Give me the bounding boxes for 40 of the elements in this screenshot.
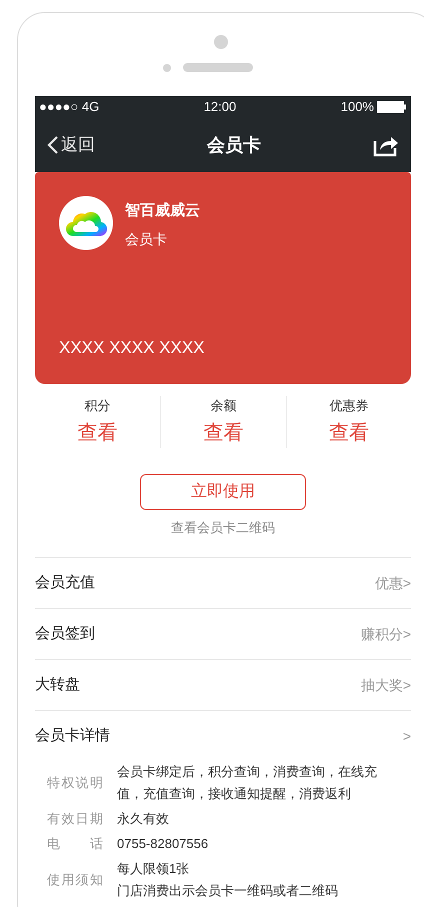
chevron-left-icon <box>47 135 59 155</box>
menu-hint: > <box>402 726 411 746</box>
detail-label: 电话 <box>47 835 103 854</box>
menu-label: 大转盘 <box>35 674 80 695</box>
qr-code-link[interactable]: 查看会员卡二维码 <box>171 518 275 537</box>
detail-value: 0755-82807556 <box>117 835 210 853</box>
stat-label: 优惠券 <box>329 397 368 415</box>
battery-icon <box>376 101 407 113</box>
brand-name: 智百威威云 <box>125 201 200 221</box>
page-title: 会员卡 <box>207 134 261 156</box>
detail-label: 有效日期 <box>47 810 103 828</box>
menu-row[interactable]: 会员充值 优惠> <box>35 557 411 608</box>
stat-view-link[interactable]: 查看 <box>203 418 244 448</box>
detail-label: 特权说明 <box>47 774 103 792</box>
menu-label: 会员充值 <box>35 572 95 593</box>
speaker-slot <box>183 63 253 72</box>
menu-row[interactable]: 大转盘 抽大奖> <box>35 659 411 710</box>
stat-view-link[interactable]: 查看 <box>78 418 118 448</box>
menu-row[interactable]: 会员签到 赚积分> <box>35 608 411 659</box>
detail-value: 永久有效 <box>117 810 170 828</box>
detail-label: 使用须知 <box>47 871 103 890</box>
card-number: XXXX XXXX XXXX <box>59 336 206 358</box>
battery-text: 100% <box>340 98 374 116</box>
menu-hint: 赚积分> <box>360 624 411 644</box>
stat-label: 余额 <box>210 397 236 415</box>
detail-value: 会员卡绑定后，积分查询，消费查询，在线充值，充值查询，接收通知提醒，消费返利 <box>117 763 378 803</box>
clock-text: 12:00 <box>204 98 236 116</box>
menu-hint: 优惠> <box>374 574 411 592</box>
stat-view-link[interactable]: 查看 <box>328 418 369 448</box>
back-button[interactable]: 返回 <box>47 132 95 158</box>
signal-text: ●●●●○ 4G <box>39 98 100 116</box>
detail-value: 门店消费出示会员卡一维码或者二维码 <box>117 882 339 900</box>
stat-label: 积分 <box>84 397 111 415</box>
menu-row[interactable]: 会员卡详情 > <box>35 710 411 761</box>
menu-label: 会员卡详情 <box>35 726 110 746</box>
detail-value: 每人限领1张 <box>117 860 190 878</box>
menu-hint: 抽大奖> <box>360 676 411 694</box>
menu-label: 会员签到 <box>35 624 95 644</box>
use-now-button[interactable]: 立即使用 <box>140 474 306 510</box>
card-type: 会员卡 <box>125 230 168 248</box>
